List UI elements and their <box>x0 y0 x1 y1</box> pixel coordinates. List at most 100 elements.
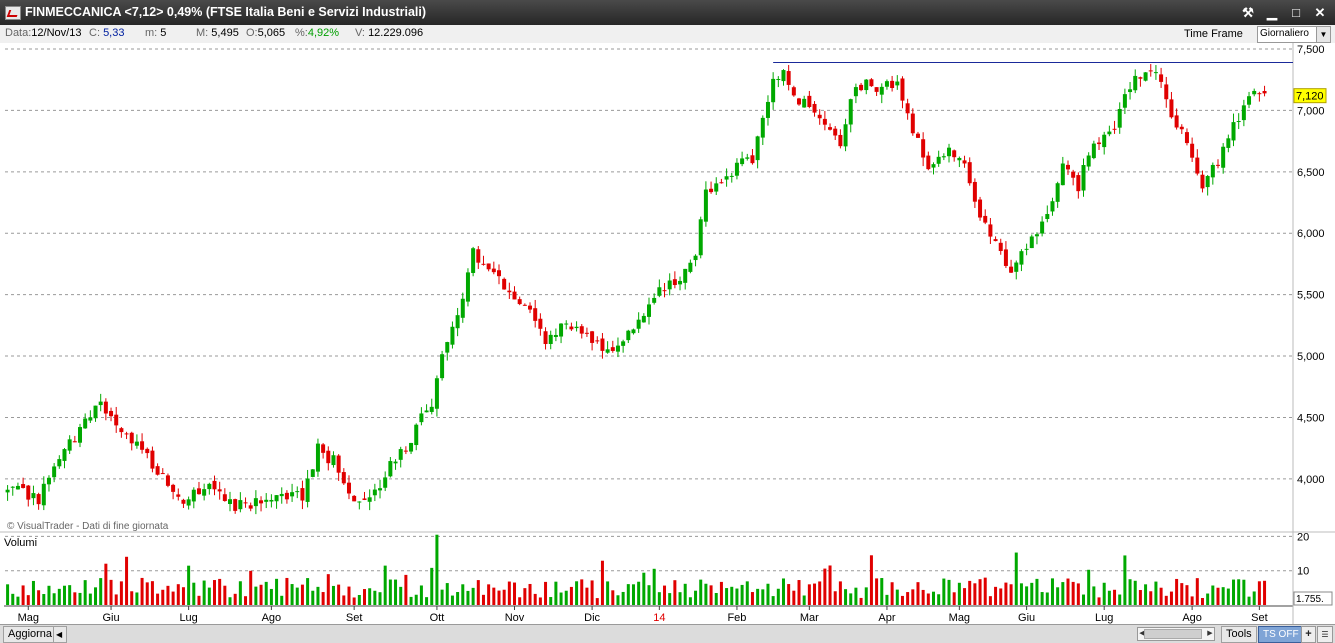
candle-body <box>698 219 703 256</box>
candle-body <box>693 255 698 261</box>
volume-bar <box>1144 584 1148 605</box>
candle-body <box>155 466 160 475</box>
volume-bar <box>42 594 46 605</box>
volume-bar <box>290 584 294 605</box>
candle-body <box>253 498 258 507</box>
candle-body <box>652 297 657 303</box>
volume-bar <box>68 585 72 605</box>
scroll-thumb[interactable] <box>1144 629 1202 639</box>
volume-bar <box>823 568 827 605</box>
candle-body <box>72 441 77 443</box>
close-icon[interactable]: ✕ <box>1309 4 1331 21</box>
volume-bar <box>1180 583 1184 605</box>
candle-body <box>802 98 807 108</box>
x-tick-label: Ott <box>430 612 445 624</box>
candle-body <box>1262 91 1267 94</box>
volume-bar <box>740 584 744 605</box>
candle-body <box>1128 89 1133 93</box>
candle-body <box>853 87 858 97</box>
candle-body <box>776 78 781 80</box>
volume-bar <box>394 579 398 605</box>
candle-body <box>600 338 605 351</box>
volume-bar <box>999 588 1003 605</box>
candle-body <box>83 418 88 429</box>
volume-bar <box>704 583 708 605</box>
candle-body <box>1200 174 1205 189</box>
minimize-icon[interactable]: ▁ <box>1261 4 1283 21</box>
candle-body <box>890 80 895 89</box>
candle-body <box>605 349 610 353</box>
candle-body <box>1040 221 1045 234</box>
wrench-icon[interactable]: ⚒ <box>1237 4 1259 21</box>
volume-bar <box>135 592 139 605</box>
chevron-left-icon[interactable]: ◀ <box>53 626 67 643</box>
x-tick-label: Giu <box>1018 612 1035 624</box>
volume-bar <box>735 588 739 605</box>
volume-bar <box>94 587 98 605</box>
chevron-down-icon[interactable]: ▼ <box>1316 27 1330 42</box>
scroll-right-icon[interactable]: ▶ <box>1206 628 1214 640</box>
volume-bar <box>518 597 522 605</box>
candle-body <box>952 150 957 158</box>
maximize-icon[interactable]: □ <box>1285 4 1307 21</box>
window-title: FINMECCANICA <7,12> 0,49% (FTSE Italia B… <box>25 5 427 19</box>
volume-bar <box>952 592 956 605</box>
candle-body <box>843 124 848 147</box>
timeframe-select[interactable]: Giornaliero ▼ <box>1257 26 1331 43</box>
volume-bar <box>694 590 698 605</box>
min-info: m: 5 <box>145 27 167 39</box>
candle-body <box>191 489 196 502</box>
candle-body <box>409 442 414 452</box>
candle-body <box>378 488 383 491</box>
candle-body <box>295 491 300 493</box>
volume-bar <box>994 586 998 605</box>
candle-body <box>548 334 553 344</box>
volume-bar <box>47 585 51 605</box>
volume-bar <box>1025 586 1029 605</box>
volume-bar <box>947 579 951 605</box>
candle-body <box>688 262 693 272</box>
chart-area[interactable]: 7,500 7,000 6,500 6,000 5,500 5,000 4,500 4,000… <box>0 43 1335 624</box>
menu-icon[interactable]: ☰ <box>1317 626 1333 643</box>
price-chart[interactable]: 7,500 7,000 6,500 6,000 5,500 5,000 4,500 4,000… <box>0 43 1335 624</box>
candle-body <box>967 162 972 184</box>
volume-bar <box>399 586 403 605</box>
volume-bar <box>916 582 920 605</box>
time-scrollbar[interactable]: ◀ ▶ <box>1137 627 1215 641</box>
candle-body <box>538 318 543 329</box>
volume-bar <box>1206 593 1210 605</box>
ts-toggle-button[interactable]: TS OFF <box>1258 626 1304 643</box>
candle-body <box>564 323 569 325</box>
volume-bar <box>559 592 563 605</box>
refresh-button[interactable]: Aggiorna <box>3 626 58 643</box>
x-tick-label: Mag <box>18 612 39 624</box>
volume-bar <box>1257 581 1261 605</box>
footer-note: © VisualTrader - Dati di fine giornata <box>7 521 169 532</box>
add-button[interactable]: + <box>1301 626 1316 643</box>
volume-bar <box>864 587 868 605</box>
volume-bar <box>657 592 661 605</box>
volume-bar <box>1221 587 1225 605</box>
candle-body <box>1086 155 1091 167</box>
volume-bar <box>931 591 935 605</box>
volume-bar <box>264 581 268 605</box>
volume-bar <box>802 595 806 605</box>
candle-body <box>1159 74 1164 82</box>
volume-bar <box>156 593 160 605</box>
candle-body <box>1102 134 1107 148</box>
candle-body <box>1065 164 1070 170</box>
volume-bar <box>295 587 299 605</box>
volume-bar <box>363 589 367 605</box>
volume-bar <box>21 585 25 605</box>
x-tick-label: Set <box>346 612 363 624</box>
tools-button[interactable]: Tools <box>1221 626 1257 643</box>
candle-body <box>1143 72 1148 81</box>
volume-bar <box>280 595 284 605</box>
candle-body <box>388 461 393 477</box>
candle-body <box>683 268 688 283</box>
volume-bar <box>900 595 904 605</box>
candle-body <box>553 334 558 338</box>
volume-bar <box>1097 597 1101 605</box>
volume-bar <box>352 597 356 605</box>
candle-body <box>595 340 600 342</box>
